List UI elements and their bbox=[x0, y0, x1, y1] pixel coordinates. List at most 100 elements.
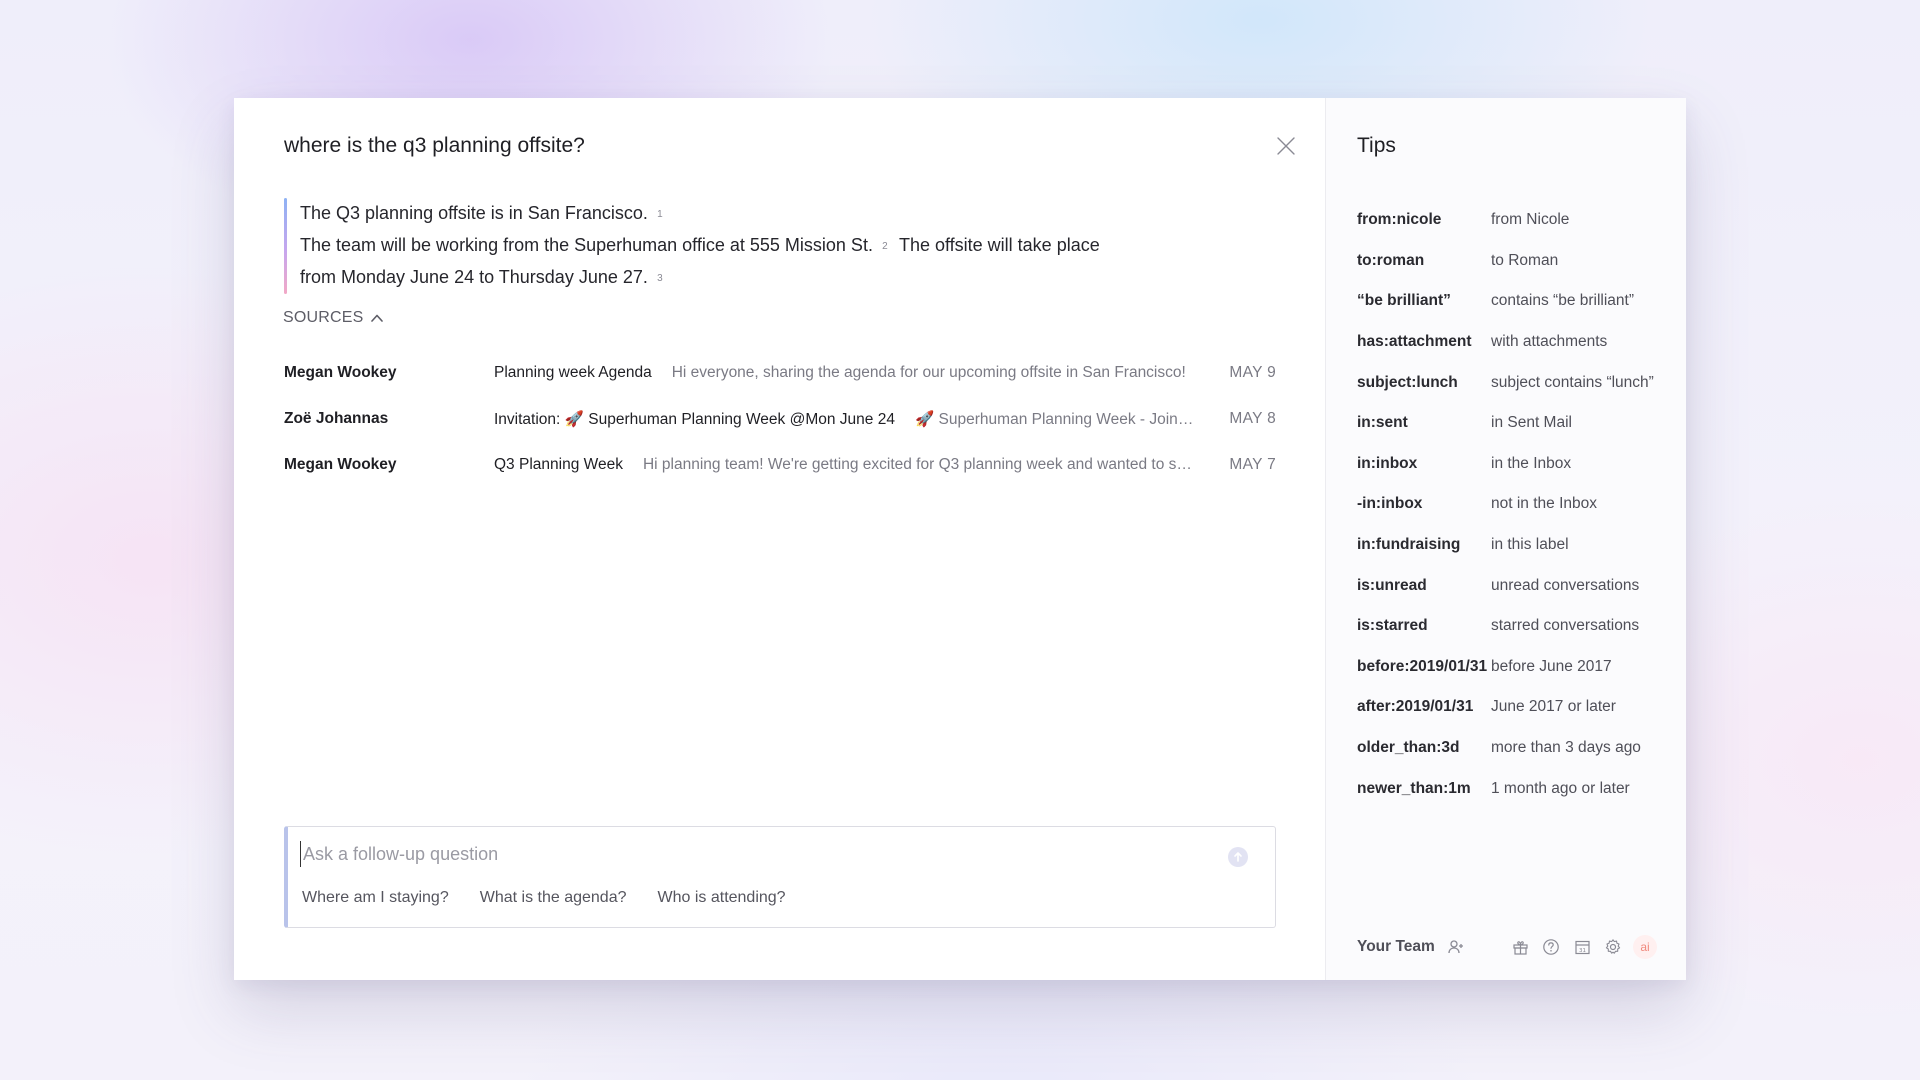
tip-operator: subject:lunch bbox=[1357, 373, 1458, 391]
tip-description: 1 month ago or later bbox=[1491, 779, 1630, 797]
tip-operator: “be brilliant” bbox=[1357, 292, 1451, 310]
calendar-button[interactable]: 31 bbox=[1571, 936, 1593, 958]
answer-line: The team will be working from the Superh… bbox=[300, 230, 1264, 262]
followup-input[interactable] bbox=[300, 841, 1200, 867]
gift-button[interactable] bbox=[1509, 936, 1531, 958]
tips-list: from:nicole from Nicole to:roman to Roman … bbox=[1357, 200, 1677, 809]
answer-text: The Q3 planning offsite is in San Franci… bbox=[300, 203, 648, 223]
source-subject: Invitation: 🚀 Superhuman Planning Week @… bbox=[494, 410, 895, 428]
tips-panel: Tips from:nicole from Nicole to:roman to R… bbox=[1326, 98, 1686, 980]
ai-button[interactable]: ai bbox=[1633, 935, 1657, 959]
tip-row[interactable]: in:sent in Sent Mail bbox=[1357, 403, 1677, 444]
tip-row[interactable]: subject:lunch subject contains “lunch” bbox=[1357, 362, 1677, 403]
tip-description: unread conversations bbox=[1491, 576, 1640, 594]
tip-operator: to:roman bbox=[1357, 251, 1425, 269]
answer-text: The team will be working from the Superh… bbox=[300, 235, 873, 255]
tip-operator: in:inbox bbox=[1357, 454, 1418, 472]
tip-row[interactable]: to:roman to Roman bbox=[1357, 241, 1677, 282]
source-row[interactable]: Megan Wookey Planning week Agenda Hi eve… bbox=[284, 350, 1276, 396]
help-button[interactable] bbox=[1540, 936, 1562, 958]
tip-description: not in the Inbox bbox=[1491, 495, 1597, 513]
tip-operator: in:sent bbox=[1357, 414, 1408, 432]
tip-row[interactable]: newer_than:1m 1 month ago or later bbox=[1357, 768, 1677, 809]
suggestion-chip[interactable]: Where am I staying? bbox=[302, 889, 449, 907]
source-snippet: Hi everyone, sharing the agenda for our … bbox=[671, 364, 1186, 381]
tip-description: contains “be brilliant” bbox=[1491, 292, 1635, 310]
source-snippet: 🚀 Superhuman Planning Week - Join using bbox=[914, 410, 1194, 428]
gift-icon bbox=[1512, 940, 1528, 955]
add-user-icon bbox=[1448, 940, 1463, 954]
tip-row[interactable]: is:starred starred conversations bbox=[1357, 606, 1677, 647]
tip-row[interactable]: in:fundraising in this label bbox=[1357, 525, 1677, 566]
tip-operator: after:2019/01/31 bbox=[1357, 698, 1474, 716]
answer-line: The Q3 planning offsite is in San Franci… bbox=[300, 198, 1264, 230]
tip-description: with attachments bbox=[1491, 333, 1608, 351]
source-sender: Zoë Johannas bbox=[284, 410, 389, 427]
tip-operator: before:2019/01/31 bbox=[1357, 657, 1488, 675]
citation-marker[interactable]: 3 bbox=[654, 264, 666, 294]
add-team-member-button[interactable] bbox=[1445, 936, 1467, 958]
arrow-up-icon bbox=[1234, 852, 1242, 862]
chevron-up-icon bbox=[370, 314, 383, 322]
suggestion-chip[interactable]: Who is attending? bbox=[658, 889, 786, 907]
settings-button[interactable] bbox=[1602, 936, 1624, 958]
tip-description: in Sent Mail bbox=[1491, 414, 1572, 432]
source-snippet: Hi planning team! We're getting excited … bbox=[642, 456, 1194, 473]
sources-label: SOURCES bbox=[283, 309, 364, 326]
tip-description: starred conversations bbox=[1491, 617, 1640, 635]
tip-operator: is:unread bbox=[1357, 576, 1427, 594]
tip-row[interactable]: is:unread unread conversations bbox=[1357, 565, 1677, 606]
calendar-icon: 31 bbox=[1574, 940, 1590, 954]
answer-text: from Monday June 24 to Thursday June 27. bbox=[300, 267, 648, 287]
tip-description: in this label bbox=[1491, 536, 1569, 554]
your-team-label[interactable]: Your Team bbox=[1357, 938, 1435, 956]
tip-operator: newer_than:1m bbox=[1357, 779, 1471, 797]
ask-ai-panel: where is the q3 planning offsite? The Q3… bbox=[234, 98, 1326, 980]
answer-text: The offsite will take place bbox=[898, 235, 1100, 255]
tip-row[interactable]: before:2019/01/31 before June 2017 bbox=[1357, 647, 1677, 688]
tip-row[interactable]: after:2019/01/31 June 2017 or later bbox=[1357, 687, 1677, 728]
send-button[interactable] bbox=[1228, 847, 1248, 867]
tip-description: June 2017 or later bbox=[1491, 698, 1616, 716]
tip-description: from Nicole bbox=[1491, 211, 1570, 229]
tip-operator: older_than:3d bbox=[1357, 739, 1460, 757]
ask-ai-window: where is the q3 planning offsite? The Q3… bbox=[234, 98, 1686, 980]
tips-footer: Your Team 31 ai bbox=[1357, 935, 1657, 959]
tip-row[interactable]: -in:inbox not in the Inbox bbox=[1357, 484, 1677, 525]
tip-row[interactable]: from:nicole from Nicole bbox=[1357, 200, 1677, 241]
close-button[interactable] bbox=[1274, 134, 1298, 158]
settings-icon bbox=[1605, 939, 1621, 954]
source-row[interactable]: Zoë Johannas Invitation: 🚀 Superhuman Pl… bbox=[284, 396, 1276, 442]
tip-operator: has:attachment bbox=[1357, 333, 1472, 351]
source-row[interactable]: Megan Wookey Q3 Planning Week Hi plannin… bbox=[284, 442, 1276, 488]
sources-toggle[interactable]: SOURCES bbox=[283, 309, 384, 327]
svg-text:31: 31 bbox=[1579, 947, 1586, 953]
suggestion-chip[interactable]: What is the agenda? bbox=[480, 889, 627, 907]
source-date: MAY 8 bbox=[1229, 410, 1276, 427]
tip-operator: -in:inbox bbox=[1357, 495, 1423, 513]
tip-operator: is:starred bbox=[1357, 617, 1428, 635]
sources-list: Megan Wookey Planning week Agenda Hi eve… bbox=[284, 350, 1276, 488]
source-subject: Planning week Agenda bbox=[494, 364, 652, 381]
source-date: MAY 7 bbox=[1229, 456, 1276, 473]
tip-row[interactable]: has:attachment with attachments bbox=[1357, 322, 1677, 363]
search-query: where is the q3 planning offsite? bbox=[284, 134, 585, 157]
tip-description: more than 3 days ago bbox=[1491, 739, 1641, 757]
answer-line: from Monday June 24 to Thursday June 27.… bbox=[300, 262, 1264, 294]
tip-operator: in:fundraising bbox=[1357, 536, 1461, 554]
source-subject: Q3 Planning Week bbox=[494, 456, 623, 473]
tip-description: subject contains “lunch” bbox=[1491, 373, 1654, 391]
tip-description: to Roman bbox=[1491, 251, 1559, 269]
tip-operator: from:nicole bbox=[1357, 211, 1442, 229]
help-icon bbox=[1543, 939, 1559, 955]
tip-row[interactable]: in:inbox in the Inbox bbox=[1357, 444, 1677, 485]
citation-marker[interactable]: 1 bbox=[654, 200, 666, 230]
source-sender: Megan Wookey bbox=[284, 364, 397, 381]
source-sender: Megan Wookey bbox=[284, 456, 397, 473]
tip-description: before June 2017 bbox=[1491, 657, 1612, 675]
tip-row[interactable]: older_than:3d more than 3 days ago bbox=[1357, 728, 1677, 769]
source-date: MAY 9 bbox=[1229, 364, 1276, 381]
citation-marker[interactable]: 2 bbox=[879, 232, 891, 262]
followup-box: Where am I staying? What is the agenda? … bbox=[284, 826, 1276, 928]
tip-row[interactable]: “be brilliant” contains “be brilliant” bbox=[1357, 281, 1677, 322]
